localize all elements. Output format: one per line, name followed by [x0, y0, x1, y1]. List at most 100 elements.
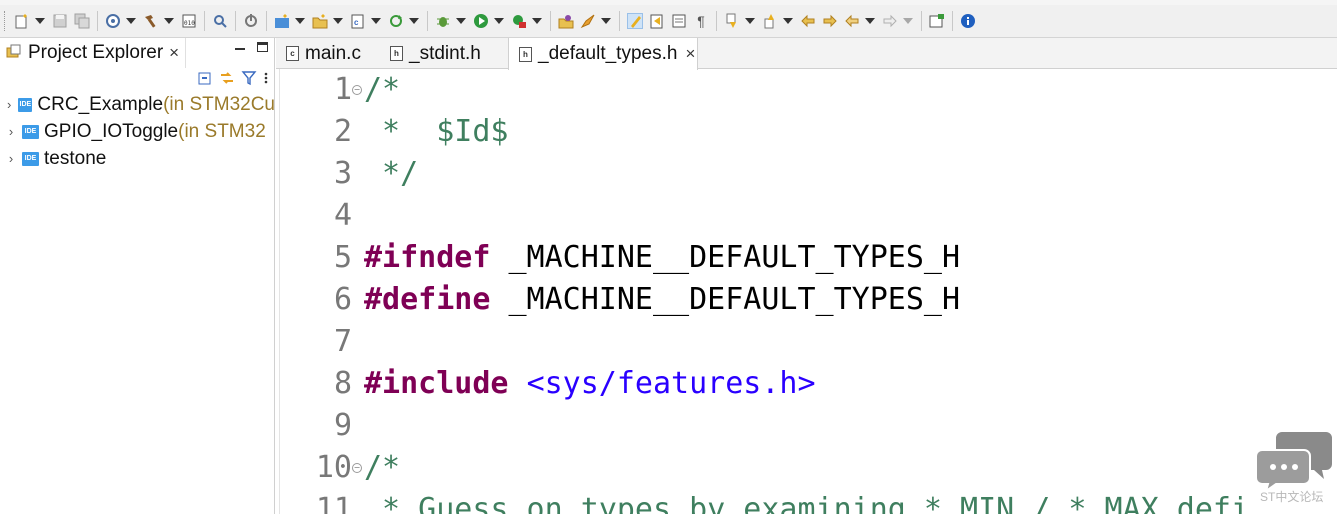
tree-item-project[interactable]: › IDE CRC_Example (in STM32Cu	[0, 91, 275, 118]
prev-annotation-dropdown-icon[interactable]	[783, 18, 793, 24]
forward-dropdown-icon[interactable]	[903, 18, 913, 24]
code-line[interactable]: 8 #include <sys/features.h>	[276, 363, 1337, 405]
code-comment: /*	[364, 72, 401, 107]
chevron-right-icon[interactable]: ›	[0, 97, 18, 112]
toolbar-separator	[97, 11, 98, 31]
code-line[interactable]: 7	[276, 321, 1337, 363]
new-source-dropdown-icon[interactable]	[371, 18, 381, 24]
code-line[interactable]: 2 * $Id$	[276, 111, 1337, 153]
chevron-right-icon[interactable]: ›	[0, 151, 22, 166]
code-line[interactable]: 3 */	[276, 153, 1337, 195]
forward-icon[interactable]	[882, 13, 898, 29]
fold-toggle-icon[interactable]: −	[352, 85, 362, 95]
new-icon[interactable]	[14, 13, 30, 29]
forum-watermark: ST中文论坛	[1255, 430, 1332, 510]
filter-icon[interactable]	[241, 70, 257, 91]
prev-annotation-icon[interactable]	[762, 13, 778, 29]
svg-text:010: 010	[184, 20, 195, 27]
debug-search-icon[interactable]	[212, 13, 228, 29]
run-icon[interactable]	[473, 13, 489, 29]
code-comment: /*	[364, 450, 401, 485]
main-toolbar: 010 c ¶	[0, 5, 1337, 38]
code-text: */	[364, 153, 418, 195]
toggle-mark-icon[interactable]	[649, 13, 665, 29]
back-icon[interactable]	[844, 13, 860, 29]
block-select-icon[interactable]	[671, 13, 687, 29]
collapse-all-icon[interactable]	[197, 70, 213, 91]
project-explorer-icon	[6, 43, 22, 64]
info-icon[interactable]	[960, 13, 976, 29]
launch-icon[interactable]	[580, 13, 596, 29]
code-line[interactable]: 6 #define _MACHINE__DEFAULT_TYPES_H	[276, 279, 1337, 321]
tab-stdint-h[interactable]: h _stdint.h	[380, 38, 508, 69]
svg-text:c: c	[354, 18, 359, 27]
toolbar-separator	[204, 11, 205, 31]
next-annotation-icon[interactable]	[724, 13, 740, 29]
project-explorer-title: Project Explorer	[28, 42, 164, 63]
close-icon[interactable]: ×	[685, 44, 695, 64]
code-area[interactable]: 1−/* 2 * $Id$ 3 */4 5 #ifndef _MACHINE__DEFA…	[276, 69, 1337, 514]
ide-project-icon: IDE	[22, 124, 39, 139]
forward-edit-icon[interactable]	[822, 13, 838, 29]
code-text: /*	[364, 447, 400, 489]
link-with-editor-icon[interactable]	[219, 70, 235, 91]
run-dropdown-icon[interactable]	[494, 18, 504, 24]
code-identifier: _MACHINE__DEFAULT_TYPES_H	[490, 282, 961, 317]
build-settings-icon[interactable]	[105, 13, 121, 29]
new-folder-dropdown-icon[interactable]	[333, 18, 343, 24]
highlight-icon[interactable]	[627, 13, 643, 29]
open-type-icon[interactable]	[558, 13, 574, 29]
external-tools-icon[interactable]	[511, 13, 527, 29]
refresh-dropdown-icon[interactable]	[409, 18, 419, 24]
binary-icon[interactable]: 010	[181, 13, 197, 29]
code-line[interactable]: 5 #ifndef _MACHINE__DEFAULT_TYPES_H	[276, 237, 1337, 279]
fold-toggle-icon[interactable]: −	[352, 463, 362, 473]
new-source-icon[interactable]: c	[350, 13, 366, 29]
tab-main-c[interactable]: c main.c	[276, 38, 380, 69]
code-line[interactable]: 11 * Guess on types by examining *_MIN /…	[276, 489, 1337, 514]
launch-dropdown-icon[interactable]	[601, 18, 611, 24]
external-tools-dropdown-icon[interactable]	[532, 18, 542, 24]
project-explorer-tab[interactable]: Project Explorer ×	[0, 38, 186, 68]
new-dropdown-icon[interactable]	[35, 18, 45, 24]
view-menu-icon[interactable]	[263, 70, 269, 91]
new-project-dropdown-icon[interactable]	[295, 18, 305, 24]
refresh-icon[interactable]	[388, 13, 404, 29]
line-number: 6	[333, 282, 352, 317]
close-icon[interactable]: ×	[169, 43, 179, 63]
build-dropdown-icon[interactable]	[164, 18, 174, 24]
chevron-right-icon[interactable]: ›	[0, 124, 22, 139]
show-whitespace-icon[interactable]: ¶	[693, 13, 709, 29]
tree-item-project[interactable]: › IDE testone	[0, 145, 275, 172]
new-project-icon[interactable]	[274, 13, 290, 29]
save-icon[interactable]	[52, 13, 68, 29]
build-settings-dropdown-icon[interactable]	[126, 18, 136, 24]
maximize-icon[interactable]	[257, 42, 268, 52]
minimize-icon[interactable]	[235, 48, 245, 50]
explorer-toolbar	[0, 68, 275, 92]
save-all-icon[interactable]	[74, 13, 90, 29]
new-folder-icon[interactable]	[312, 13, 328, 29]
debug-dropdown-icon[interactable]	[456, 18, 466, 24]
back-dropdown-icon[interactable]	[865, 18, 875, 24]
code-line[interactable]: 9	[276, 405, 1337, 447]
code-editor: c main.c h _stdint.h h _default_types.h …	[276, 38, 1337, 514]
tree-item-project[interactable]: › IDE GPIO_IOToggle (in STM32	[0, 118, 275, 145]
code-line[interactable]: 1−/*	[276, 69, 1337, 111]
debug-icon[interactable]	[435, 13, 451, 29]
build-icon[interactable]	[143, 13, 159, 29]
watermark-text: ST中文论坛	[1260, 490, 1324, 504]
header-file-icon: h	[519, 46, 532, 62]
code-line[interactable]: 10−/*	[276, 447, 1337, 489]
tab-default-types-h[interactable]: h _default_types.h ×	[508, 38, 698, 70]
code-line[interactable]: 4	[276, 195, 1337, 237]
code-text: * Guess on types by examining *_MIN / *_…	[364, 489, 1249, 514]
toggle-icon[interactable]	[243, 13, 259, 29]
ide-project-icon: IDE	[22, 151, 39, 166]
next-annotation-dropdown-icon[interactable]	[745, 18, 755, 24]
last-edit-icon[interactable]	[800, 13, 816, 29]
open-perspective-icon[interactable]	[929, 13, 945, 29]
project-name: testone	[44, 147, 107, 169]
preprocessor-keyword: #include	[364, 366, 509, 401]
toolbar-grip	[4, 11, 8, 31]
